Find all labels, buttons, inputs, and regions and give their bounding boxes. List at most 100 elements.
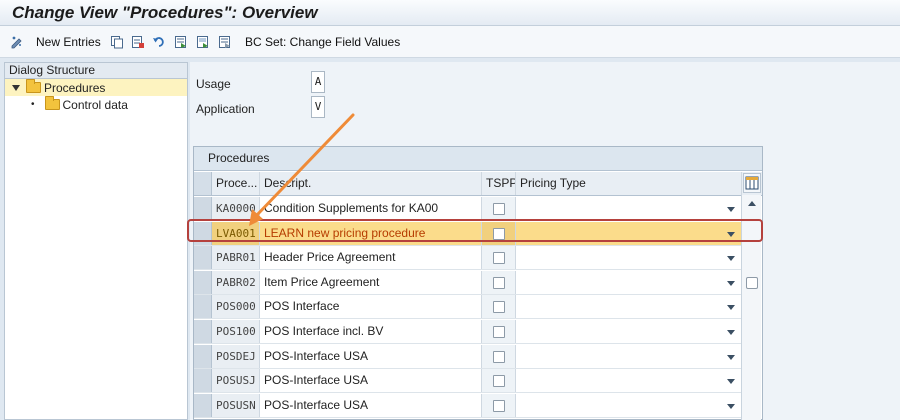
pricing-type-cell[interactable] bbox=[516, 270, 742, 294]
tspp-cell bbox=[482, 270, 516, 294]
application-field[interactable]: V bbox=[311, 96, 325, 118]
col-header-description[interactable]: Descript. bbox=[260, 172, 482, 195]
pricing-type-cell[interactable] bbox=[516, 295, 742, 319]
table-row[interactable]: POSUSJ POS-Interface USA bbox=[194, 369, 742, 394]
copy-icon bbox=[111, 36, 123, 49]
description-cell[interactable]: POS Interface bbox=[260, 295, 482, 319]
undo-icon bbox=[153, 37, 164, 47]
pricing-type-cell[interactable] bbox=[516, 197, 742, 220]
row-selector[interactable] bbox=[194, 246, 212, 270]
table-vertical-scrollbar[interactable] bbox=[741, 195, 761, 420]
tree-item-label: Procedures bbox=[44, 80, 106, 95]
deselect-all-button[interactable] bbox=[218, 32, 232, 52]
procedure-key-cell: POS000 bbox=[212, 295, 260, 319]
procedure-key-cell: PABR02 bbox=[212, 270, 260, 294]
row-selector[interactable] bbox=[194, 221, 212, 245]
usage-field[interactable]: A bbox=[311, 71, 325, 93]
tspp-checkbox[interactable] bbox=[493, 399, 505, 412]
dialog-structure-panel: Dialog Structure Procedures • Control da… bbox=[4, 62, 188, 420]
table-header-row: Proce... Descript. TSPP Pricing Type bbox=[194, 172, 762, 196]
column-config-icon bbox=[745, 176, 759, 190]
tspp-checkbox[interactable] bbox=[493, 326, 505, 338]
table-row[interactable]: POS100 POS Interface incl. BV bbox=[194, 320, 742, 344]
row-selector[interactable] bbox=[194, 270, 212, 294]
table-row[interactable]: KA0000 Condition Supplements for KA00 bbox=[194, 197, 742, 221]
chevron-down-icon[interactable] bbox=[727, 305, 735, 311]
edit-pencil-icon bbox=[11, 36, 22, 49]
undo-button[interactable] bbox=[152, 32, 166, 52]
description-cell[interactable]: LEARN new pricing procedure bbox=[260, 221, 482, 245]
new-entries-label: New Entries bbox=[36, 35, 101, 49]
tspp-checkbox[interactable] bbox=[493, 252, 505, 265]
chevron-down-icon[interactable] bbox=[727, 330, 735, 335]
select-block-button[interactable] bbox=[196, 32, 210, 52]
chevron-down-icon[interactable] bbox=[727, 231, 735, 237]
description-cell[interactable]: Condition Supplements for KA00 bbox=[260, 197, 482, 220]
row-selector[interactable] bbox=[194, 320, 212, 343]
scroll-thumb[interactable] bbox=[746, 277, 758, 289]
title-bar: Change View "Procedures": Overview bbox=[0, 0, 900, 26]
description-cell[interactable]: POS-Interface USA bbox=[260, 369, 482, 393]
procedure-key-cell: POSUSJ bbox=[212, 369, 260, 393]
table-caption: Procedures bbox=[194, 147, 762, 171]
row-selector[interactable] bbox=[194, 295, 212, 319]
copy-button[interactable] bbox=[110, 32, 124, 52]
chevron-down-icon[interactable] bbox=[727, 403, 735, 409]
table-row[interactable]: POS000 POS Interface bbox=[194, 295, 742, 320]
tspp-cell bbox=[482, 320, 516, 343]
procedures-table: Procedures Proce... Descript. TSPP Prici… bbox=[193, 146, 763, 420]
new-entries-button[interactable]: New Entries bbox=[10, 32, 101, 52]
chevron-down-icon[interactable] bbox=[727, 379, 735, 385]
table-row[interactable]: LVA001 LEARN new pricing procedure bbox=[194, 221, 742, 246]
pricing-type-cell[interactable] bbox=[516, 221, 742, 245]
description-cell[interactable]: Header Price Agreement bbox=[260, 246, 482, 270]
procedure-key-cell: POSUSN bbox=[212, 393, 260, 417]
tspp-checkbox[interactable] bbox=[493, 301, 505, 314]
table-row[interactable]: POSUSN POS-Interface USA bbox=[194, 393, 742, 418]
description-cell[interactable]: POS-Interface USA bbox=[260, 393, 482, 417]
chevron-down-icon[interactable] bbox=[727, 280, 735, 286]
folder-icon bbox=[44, 96, 60, 110]
scroll-up-icon[interactable] bbox=[742, 197, 762, 211]
select-all-button[interactable] bbox=[174, 32, 188, 52]
application-label: Application bbox=[196, 102, 255, 116]
pricing-type-cell[interactable] bbox=[516, 320, 742, 343]
description-cell[interactable]: POS-Interface USA bbox=[260, 344, 482, 368]
select-all-rows[interactable] bbox=[194, 172, 212, 195]
bc-set-button[interactable]: BC Set: Change Field Values bbox=[245, 32, 400, 52]
pricing-type-cell[interactable] bbox=[516, 393, 742, 417]
procedure-key-cell: LVA001 bbox=[212, 221, 260, 245]
tspp-checkbox[interactable] bbox=[493, 227, 505, 240]
tspp-checkbox[interactable] bbox=[493, 203, 505, 215]
toolbar: New Entries BC Set: Change Field Values bbox=[0, 26, 900, 58]
col-header-pricing-type[interactable]: Pricing Type bbox=[516, 172, 742, 195]
row-selector[interactable] bbox=[194, 344, 212, 368]
pricing-type-cell[interactable] bbox=[516, 344, 742, 368]
tree-item-control-data[interactable]: • Control data bbox=[5, 96, 187, 113]
row-selector[interactable] bbox=[194, 393, 212, 417]
tspp-cell bbox=[482, 295, 516, 319]
table-row[interactable]: PABR02 Item Price Agreement bbox=[194, 270, 742, 295]
chevron-down-icon[interactable] bbox=[727, 207, 735, 212]
table-row[interactable]: POSDEJ POS-Interface USA bbox=[194, 344, 742, 369]
col-header-tspp[interactable]: TSPP bbox=[482, 172, 516, 195]
table-row[interactable]: PABR01 Header Price Agreement bbox=[194, 246, 742, 271]
tree-item-procedures[interactable]: Procedures bbox=[5, 79, 187, 96]
description-cell[interactable]: Item Price Agreement bbox=[260, 270, 482, 294]
delete-button[interactable] bbox=[131, 32, 145, 52]
pricing-type-cell[interactable] bbox=[516, 369, 742, 393]
tspp-checkbox[interactable] bbox=[493, 276, 505, 289]
column-config-button[interactable] bbox=[743, 173, 761, 193]
chevron-down-icon[interactable] bbox=[727, 256, 735, 262]
tspp-checkbox[interactable] bbox=[493, 375, 505, 388]
triangle-down-icon[interactable] bbox=[11, 83, 21, 93]
tspp-checkbox[interactable] bbox=[493, 350, 505, 363]
select-block-icon bbox=[197, 36, 208, 48]
description-cell[interactable]: POS Interface incl. BV bbox=[260, 320, 482, 343]
procedure-key-cell: POSDEJ bbox=[212, 344, 260, 368]
col-header-procedure[interactable]: Proce... bbox=[212, 172, 260, 195]
pricing-type-cell[interactable] bbox=[516, 246, 742, 270]
row-selector[interactable] bbox=[194, 369, 212, 393]
row-selector[interactable] bbox=[194, 197, 212, 220]
chevron-down-icon[interactable] bbox=[727, 354, 735, 360]
